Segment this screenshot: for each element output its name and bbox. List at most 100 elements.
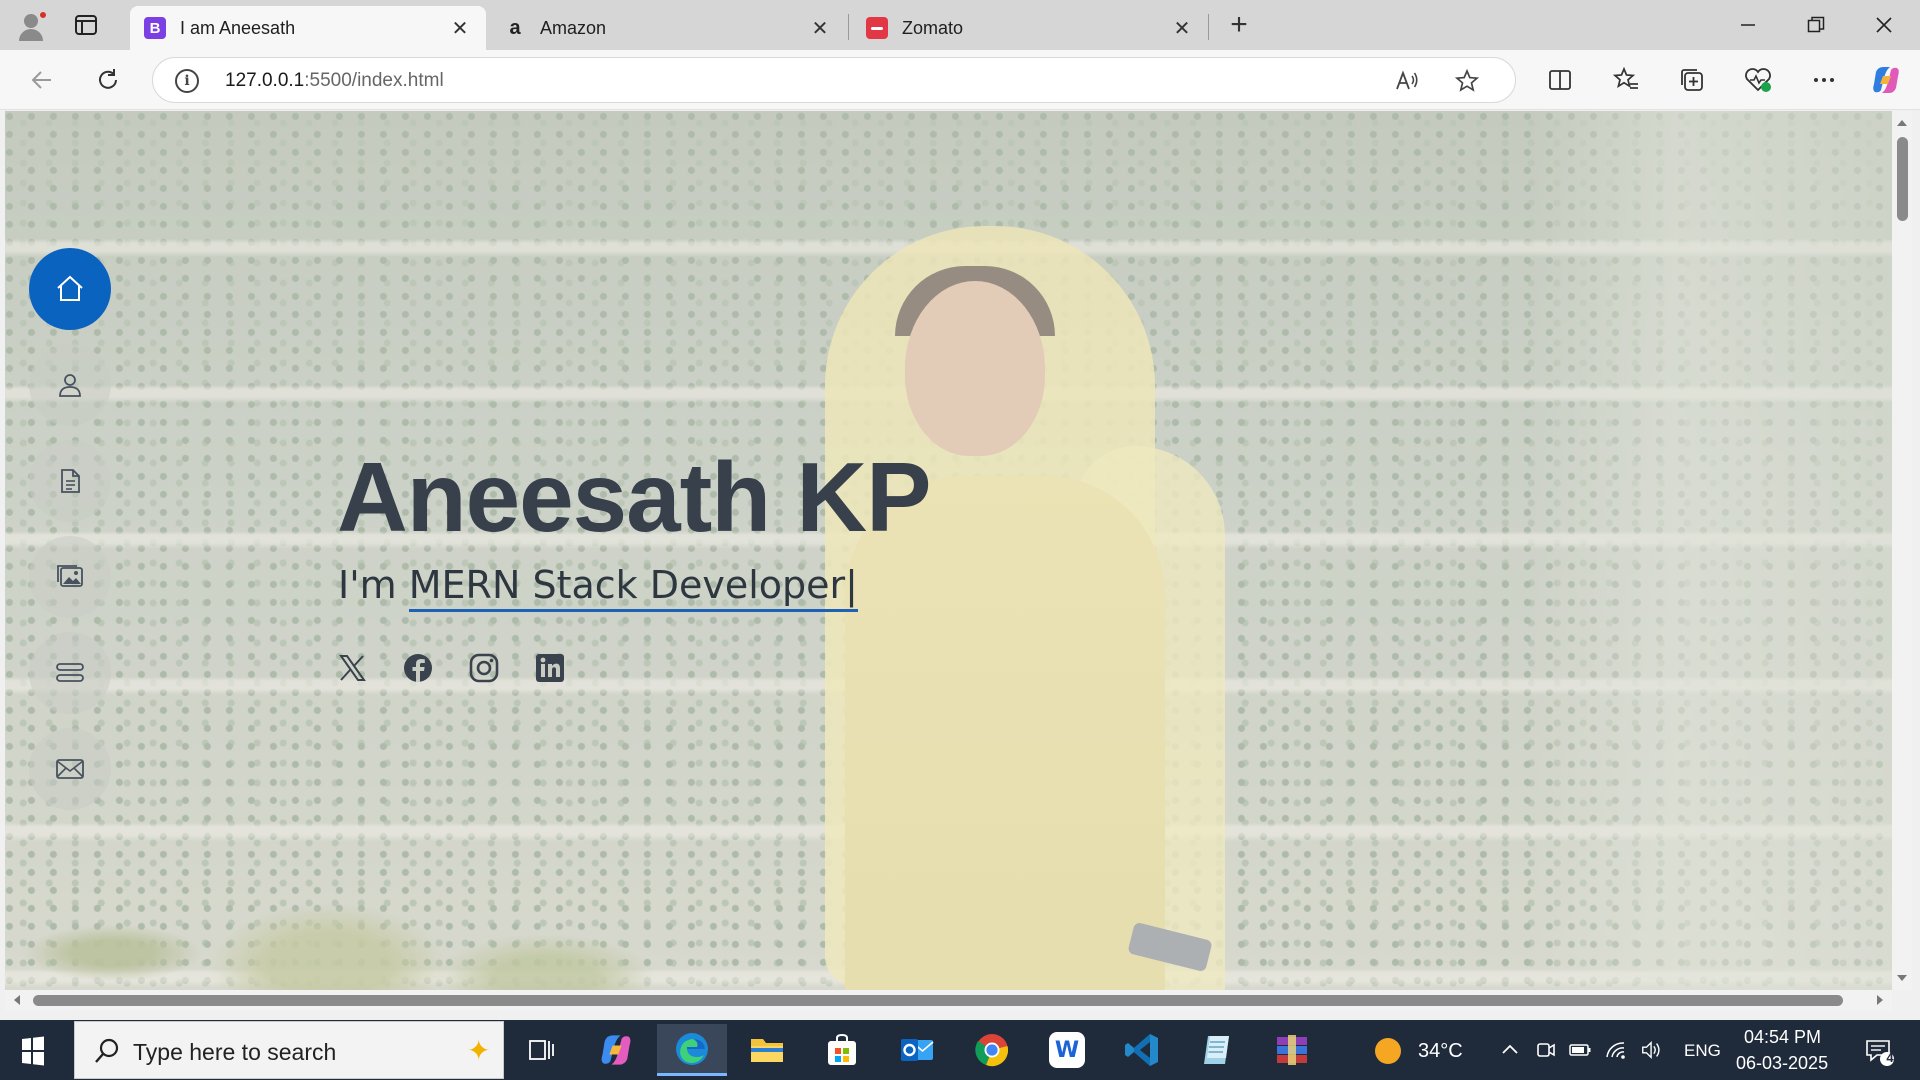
wifi-icon[interactable] (1604, 1038, 1628, 1062)
vertical-scrollbar[interactable] (1892, 111, 1912, 990)
horizontal-scrollbar[interactable] (5, 990, 1892, 1010)
vscode-icon (1125, 1034, 1158, 1066)
address-bar[interactable]: i 127.0.0.1:5500/index.html (152, 57, 1516, 103)
scroll-up-icon (1897, 120, 1907, 126)
chrome-icon (975, 1034, 1009, 1067)
notifications-icon[interactable]: 4 (1862, 1034, 1896, 1068)
document-icon (61, 469, 80, 493)
start-button[interactable] (12, 1034, 56, 1068)
linkedin-link[interactable] (533, 651, 567, 685)
tab-close-icon[interactable]: ✕ (448, 16, 472, 40)
taskbar-writer[interactable]: W (1032, 1024, 1102, 1076)
scroll-down-icon (1897, 975, 1907, 981)
meet-now-icon[interactable] (1534, 1038, 1558, 1062)
taskbar-archive[interactable] (1257, 1024, 1327, 1076)
clock-date[interactable]: 06-03-2025 (1736, 1053, 1828, 1074)
copilot-icon (601, 1035, 631, 1065)
x-twitter-icon (339, 655, 366, 681)
weather-sun-icon[interactable] (1372, 1035, 1404, 1067)
edge-icon (676, 1032, 708, 1065)
browser-tab-strip: B I am Aneesath ✕ a Amazon ✕ Zomato ✕ + (0, 0, 1920, 50)
favorite-star-icon[interactable] (1453, 67, 1481, 95)
x-twitter-link[interactable] (335, 651, 369, 685)
windows-logo-icon (22, 1036, 44, 1066)
tab-favicon: a (509, 16, 521, 39)
instagram-link[interactable] (467, 651, 501, 685)
taskbar-file-explorer[interactable] (732, 1024, 802, 1076)
images-icon (57, 565, 83, 587)
new-tab-button[interactable]: + (1223, 8, 1255, 41)
envelope-icon (56, 759, 84, 779)
site-info-icon[interactable]: i (175, 69, 199, 93)
home-icon (57, 275, 83, 301)
outlook-icon (901, 1039, 934, 1061)
tab-aneesath[interactable]: B I am Aneesath ✕ (130, 6, 486, 50)
collections-icon[interactable] (1674, 62, 1710, 98)
w-app-icon: W (1049, 1032, 1085, 1068)
back-button[interactable] (24, 62, 60, 98)
hero-subtitle: I'm MERN Stack Developer| (338, 563, 858, 612)
page-viewport: Aneesath KP I'm MERN Stack Developer| (5, 111, 1892, 990)
hero-overlay (5, 111, 1892, 990)
split-screen-icon[interactable] (1542, 62, 1578, 98)
battery-icon[interactable] (1568, 1038, 1592, 1062)
task-view-button[interactable] (506, 1024, 576, 1076)
tray-overflow-chevron-icon[interactable] (1498, 1038, 1522, 1062)
browser-toolbar: i 127.0.0.1:5500/index.html (0, 50, 1920, 110)
archive-books-icon (1277, 1035, 1307, 1065)
clock-time[interactable]: 04:54 PM (1744, 1027, 1821, 1048)
refresh-button[interactable] (90, 62, 126, 98)
folder-icon (751, 1039, 783, 1062)
taskbar-copilot[interactable] (581, 1024, 651, 1076)
nav-contact-button[interactable] (29, 728, 111, 810)
tab-title: I am Aneesath (180, 17, 296, 38)
tab-close-icon[interactable]: ✕ (808, 16, 832, 40)
taskbar-search-box[interactable]: Type here to search ✦ (74, 1021, 504, 1079)
horizontal-scroll-thumb[interactable] (33, 995, 1843, 1006)
taskbar-notepad[interactable] (1182, 1024, 1252, 1076)
vertical-scroll-thumb[interactable] (1897, 137, 1908, 221)
tab-title: Amazon (540, 17, 607, 38)
services-icon (56, 663, 84, 682)
settings-more-icon[interactable] (1806, 62, 1842, 98)
facebook-icon (404, 654, 432, 682)
read-aloud-icon[interactable] (1393, 67, 1421, 95)
tab-zomato[interactable]: Zomato ✕ (852, 6, 1208, 50)
scroll-right-icon (1877, 995, 1883, 1005)
tab-actions-icon[interactable] (72, 11, 100, 39)
taskbar-outlook[interactable] (882, 1024, 952, 1076)
microsoft-store-icon (828, 1033, 856, 1065)
nav-resume-button[interactable] (29, 440, 111, 522)
profile-avatar-icon[interactable] (14, 8, 48, 42)
tab-amazon[interactable]: a Amazon ✕ (490, 6, 846, 50)
language-indicator[interactable]: ENG (1684, 1041, 1721, 1061)
tab-separator (848, 14, 849, 40)
tab-close-icon[interactable]: ✕ (1170, 16, 1194, 40)
tab-title: Zomato (902, 17, 964, 38)
notification-count: 4 (1886, 1050, 1894, 1065)
minimize-button[interactable] (1720, 5, 1776, 45)
address-url[interactable]: 127.0.0.1:5500/index.html (225, 70, 444, 92)
facebook-link[interactable] (401, 651, 435, 685)
taskbar-edge[interactable] (657, 1024, 727, 1076)
search-placeholder: Type here to search (133, 1039, 337, 1065)
restore-button[interactable] (1788, 5, 1844, 45)
nav-about-button[interactable] (29, 344, 111, 426)
copilot-icon[interactable] (1868, 62, 1904, 98)
weather-temperature[interactable]: 34°C (1418, 1040, 1463, 1063)
close-window-button[interactable] (1856, 5, 1912, 45)
nav-portfolio-button[interactable] (29, 536, 111, 618)
search-icon (95, 1038, 119, 1063)
taskbar-vscode[interactable] (1107, 1024, 1177, 1076)
browser-essentials-icon[interactable] (1740, 62, 1776, 98)
tab-favicon: B (144, 17, 166, 39)
taskbar-chrome[interactable] (957, 1024, 1027, 1076)
nav-services-button[interactable] (29, 632, 111, 714)
nav-home-button[interactable] (29, 248, 111, 330)
taskbar-store[interactable] (807, 1024, 877, 1076)
hero-name: Aneesath KP (337, 442, 932, 552)
zomato-favicon-icon (866, 17, 888, 39)
typed-role: MERN Stack Developer| (408, 563, 858, 612)
favorites-icon[interactable] (1608, 62, 1644, 98)
volume-icon[interactable] (1640, 1038, 1664, 1062)
